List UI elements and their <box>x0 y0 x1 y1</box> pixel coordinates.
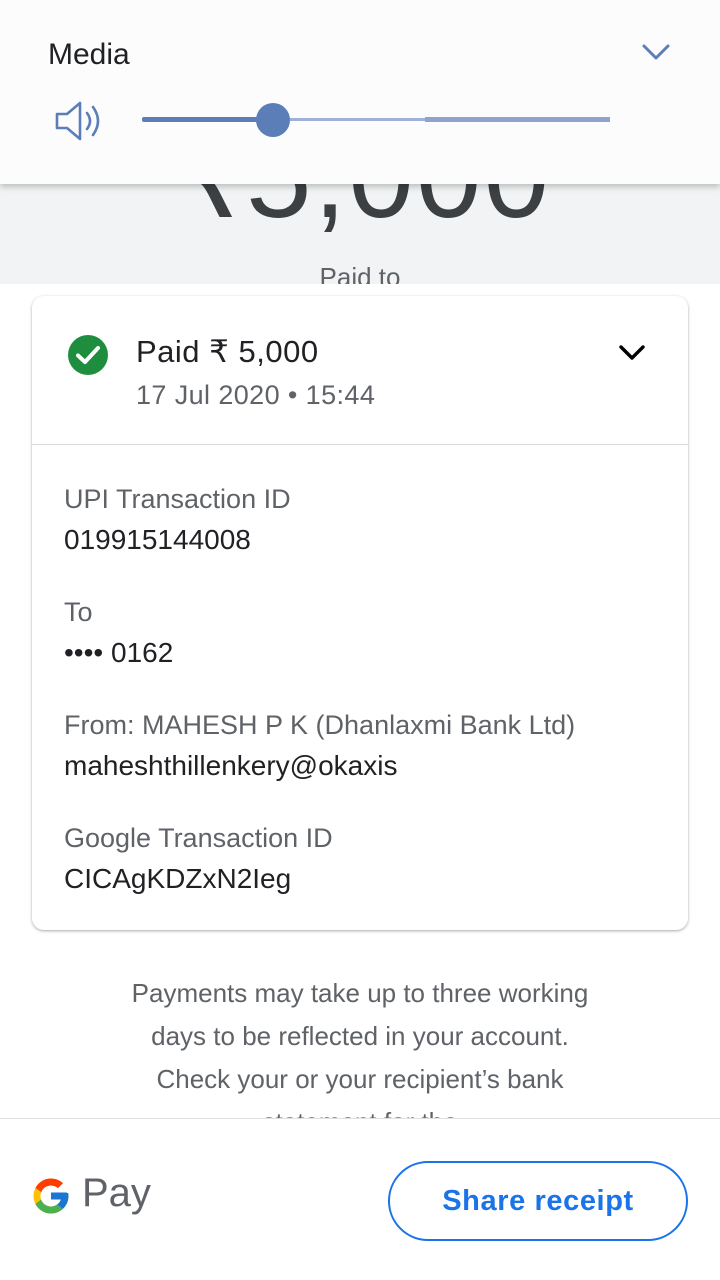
settlement-notice: Payments may take up to three working da… <box>131 978 589 1120</box>
google-transaction-id-label: Google Transaction ID <box>64 823 333 853</box>
media-title: Media <box>48 38 130 71</box>
paid-to-label: Paid to <box>319 262 401 284</box>
gpay-logo: Pay <box>30 1169 160 1221</box>
chevron-down-icon[interactable] <box>616 338 648 366</box>
to-label: To <box>64 597 93 627</box>
google-g-icon <box>33 1178 69 1214</box>
payment-title: Paid ₹ 5,000 <box>136 334 319 369</box>
google-transaction-id-value: CICAgKDZxN2Ieg <box>64 863 292 894</box>
share-receipt-button[interactable]: Share receipt <box>388 1161 688 1241</box>
transaction-card: Paid ₹ 5,000 17 Jul 2020 • 15:44 UPI Tra… <box>32 296 688 930</box>
card-divider <box>32 444 688 445</box>
volume-slider-fill <box>142 117 274 122</box>
upi-transaction-id-value: 019915144008 <box>64 524 251 555</box>
gpay-brand-text: Pay <box>82 1171 151 1215</box>
bottom-bar: Pay Share receipt <box>0 1118 720 1280</box>
from-label: From: MAHESH P K (Dhanlaxmi Bank Ltd) <box>64 710 576 740</box>
to-value: •••• 0162 <box>64 637 174 668</box>
check-circle-icon <box>68 335 108 375</box>
volume-icon[interactable] <box>52 98 108 144</box>
chevron-down-icon[interactable] <box>638 36 674 68</box>
upi-transaction-id-label: UPI Transaction ID <box>64 484 291 514</box>
volume-slider-mark <box>425 117 610 122</box>
volume-slider-thumb[interactable] <box>256 103 291 137</box>
from-value: maheshthillenkery@okaxis <box>64 750 398 781</box>
payment-datetime: 17 Jul 2020 • 15:44 <box>136 380 376 410</box>
media-volume-panel: Media <box>0 0 720 184</box>
